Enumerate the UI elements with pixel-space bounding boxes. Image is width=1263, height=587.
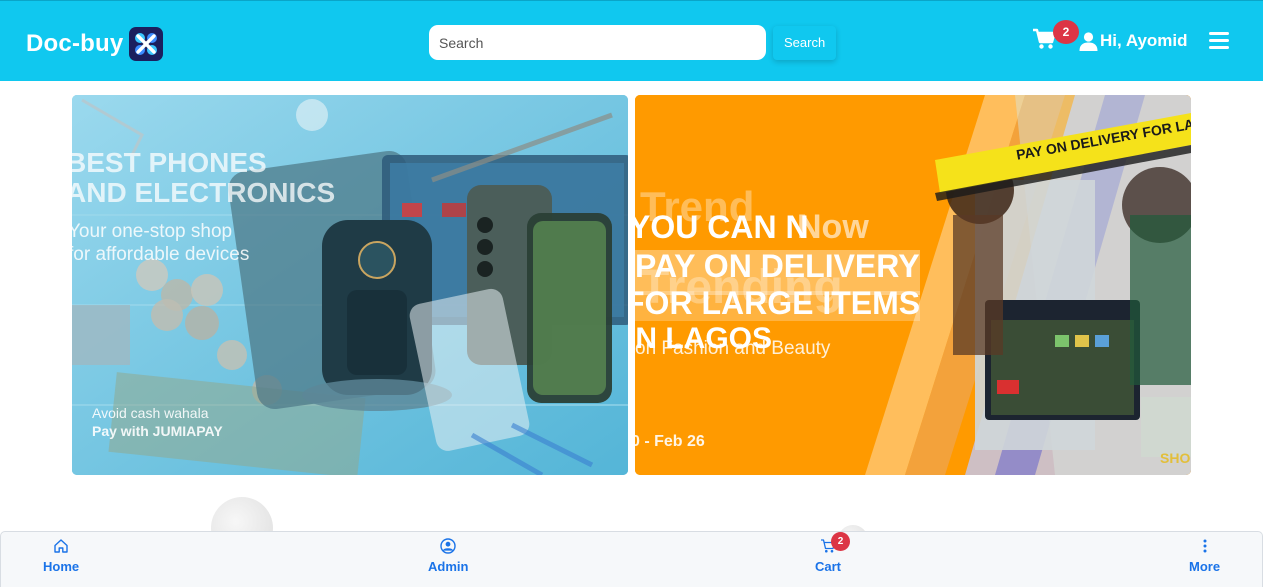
brand[interactable]: Doc-buy	[26, 27, 164, 61]
banner-headline-2: AND ELECTRONICS	[72, 177, 336, 208]
user-circle-icon	[440, 538, 456, 554]
brand-name[interactable]: Doc-buy	[26, 30, 123, 58]
banner-subline: on Fashion and Beauty	[635, 338, 831, 359]
banner-subline-1: Your one-stop shop	[72, 221, 233, 242]
bottom-navigation: Home Admin 2 Cart More	[0, 531, 1263, 587]
nav-cart-label[interactable]: Cart	[815, 559, 841, 574]
banner-shop-label: SHO	[1160, 450, 1191, 466]
promo-banner-electronics[interactable]: BEST PHONES AND ELECTRONICS Your one-sto…	[72, 95, 628, 475]
banner-footnote-1: Avoid cash wahala	[92, 405, 209, 421]
banner-headline-3: FOR LARGE ITEMS	[635, 285, 921, 321]
nav-admin-label[interactable]: Admin	[428, 559, 468, 574]
banner-headline-2: PAY ON DELIVERY	[635, 248, 920, 284]
nav-home[interactable]: Home	[43, 538, 79, 574]
user-greeting[interactable]: Hi, Ayomid	[1100, 31, 1188, 51]
brand-logo-icon	[129, 27, 164, 61]
nav-home-label[interactable]: Home	[43, 559, 79, 574]
search-button[interactable]: Search	[773, 25, 837, 60]
banner-date-range: 0 - Feb 26	[635, 433, 705, 450]
more-vertical-icon	[1203, 539, 1207, 553]
user-icon	[1079, 31, 1098, 51]
nav-more-label[interactable]: More	[1189, 559, 1220, 574]
home-icon	[54, 539, 68, 553]
user-account[interactable]: Hi, Ayomid	[1079, 31, 1188, 51]
nav-cart-badge: 2	[831, 532, 850, 551]
banner-subline-2: for affordable devices	[72, 244, 250, 265]
nav-cart[interactable]: 2 Cart	[815, 532, 850, 574]
search-bar: Search	[429, 25, 837, 60]
promo-banner-pay-on-delivery[interactable]: Trend Now Trending YOU CAN N PAY ON DELI…	[635, 95, 1191, 475]
banner-footnote-2: Pay with JUMIAPAY	[92, 423, 223, 439]
banner-headline-1: BEST PHONES	[72, 147, 267, 178]
search-input[interactable]	[429, 25, 766, 60]
top-navbar: Doc-buy Search 2 Hi, Ayomid	[0, 0, 1263, 81]
nav-admin[interactable]: Admin	[428, 538, 468, 574]
cart-count-badge: 2	[1053, 20, 1079, 44]
nav-more[interactable]: More	[1189, 538, 1220, 574]
header-cart-button[interactable]: 2	[1032, 20, 1079, 54]
banner-headline-1: YOU CAN N	[635, 209, 809, 245]
hamburger-menu-icon[interactable]	[1209, 32, 1229, 50]
